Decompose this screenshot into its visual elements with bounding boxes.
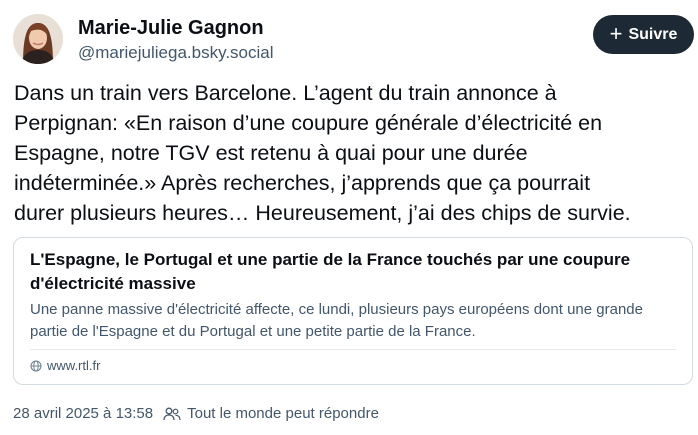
post-text: Dans un train vers Barcelone. L’agent du… (14, 78, 694, 228)
post-text-line: indéterminée.» Après recherches, j’appre… (14, 171, 591, 195)
globe-icon (30, 360, 42, 372)
link-card-description: Une panne massive d'électricité affecte,… (30, 301, 643, 340)
follow-button-label: Suivre (628, 25, 678, 43)
author-handle[interactable]: @mariejuliega.bsky.social (78, 43, 274, 63)
link-card-title: L'Espagne, le Portugal et une partie de … (30, 250, 631, 293)
link-card-domain: www.rtl.fr (47, 358, 101, 373)
post-timestamp[interactable]: 28 avril 2025 à 13:58 (13, 404, 153, 424)
post-text-line: Espagne, notre TGV est retenu à quai pou… (14, 141, 528, 165)
post-text-line: Perpignan: «En raison d’une coupure géné… (14, 111, 603, 135)
link-card[interactable]: L'Espagne, le Portugal et une partie de … (13, 237, 693, 385)
people-icon (163, 407, 181, 421)
avatar[interactable] (13, 14, 63, 64)
author-name[interactable]: Marie-Julie Gagnon (78, 16, 264, 40)
post-text-line: durer plusieurs heures… Heureusement, j’… (14, 201, 631, 225)
post-footer: 28 avril 2025 à 13:58 Tout le monde peut… (13, 404, 379, 424)
plus-icon: + (609, 20, 623, 46)
profile-photo-icon (13, 14, 63, 64)
link-card-divider (30, 349, 676, 350)
reply-setting[interactable]: Tout le monde peut répondre (163, 404, 379, 424)
post: Marie-Julie Gagnon @mariejuliega.bsky.so… (0, 0, 698, 435)
post-text-line: Dans un train vers Barcelone. L’agent du… (14, 81, 557, 105)
link-card-domain-row: www.rtl.fr (30, 357, 100, 375)
follow-button[interactable]: + Suivre (593, 15, 694, 54)
reply-setting-label: Tout le monde peut répondre (187, 405, 379, 422)
